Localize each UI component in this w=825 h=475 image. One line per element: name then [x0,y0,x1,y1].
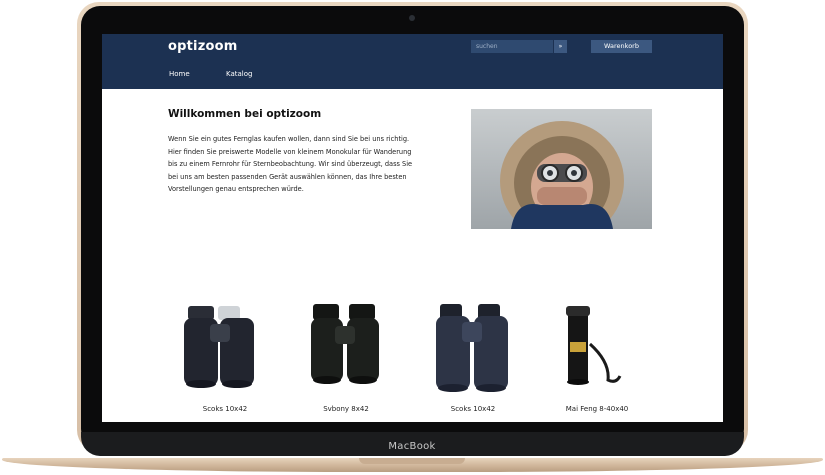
search-button[interactable]: » [554,40,567,53]
product-name[interactable]: Scoks 10x42 [418,405,528,413]
monocular-image [566,306,622,385]
binoculars-image [184,306,254,388]
binoculars-image [311,304,379,384]
hero-image [471,109,652,229]
website-screen: optizoom suchen » Warenkorb Home Katalog… [102,34,723,422]
site-logo[interactable]: optizoom [168,39,237,54]
nav-link-katalog[interactable]: Katalog [226,70,252,78]
laptop-mockup: MacBook optizoom suchen » Warenkorb Home… [0,0,825,475]
page-title: Willkommen bei optizoom [168,108,322,120]
binoculars-image [436,304,508,392]
product-name[interactable]: Svbony 8x42 [291,405,401,413]
welcome-text: Wenn Sie ein gutes Fernglas kaufen wolle… [168,135,413,193]
product-name[interactable]: Scoks 10x42 [170,405,280,413]
cart-button[interactable]: Warenkorb [591,40,652,53]
device-brand: MacBook [388,441,436,452]
product-name[interactable]: Mai Feng 8-40x40 [542,405,652,413]
camera-icon [409,15,415,21]
search-input[interactable]: suchen [471,40,553,53]
top-navbar: optizoom suchen » Warenkorb Home Katalog [102,34,723,89]
nav-link-home[interactable]: Home [169,70,190,78]
base-notch [359,458,465,464]
